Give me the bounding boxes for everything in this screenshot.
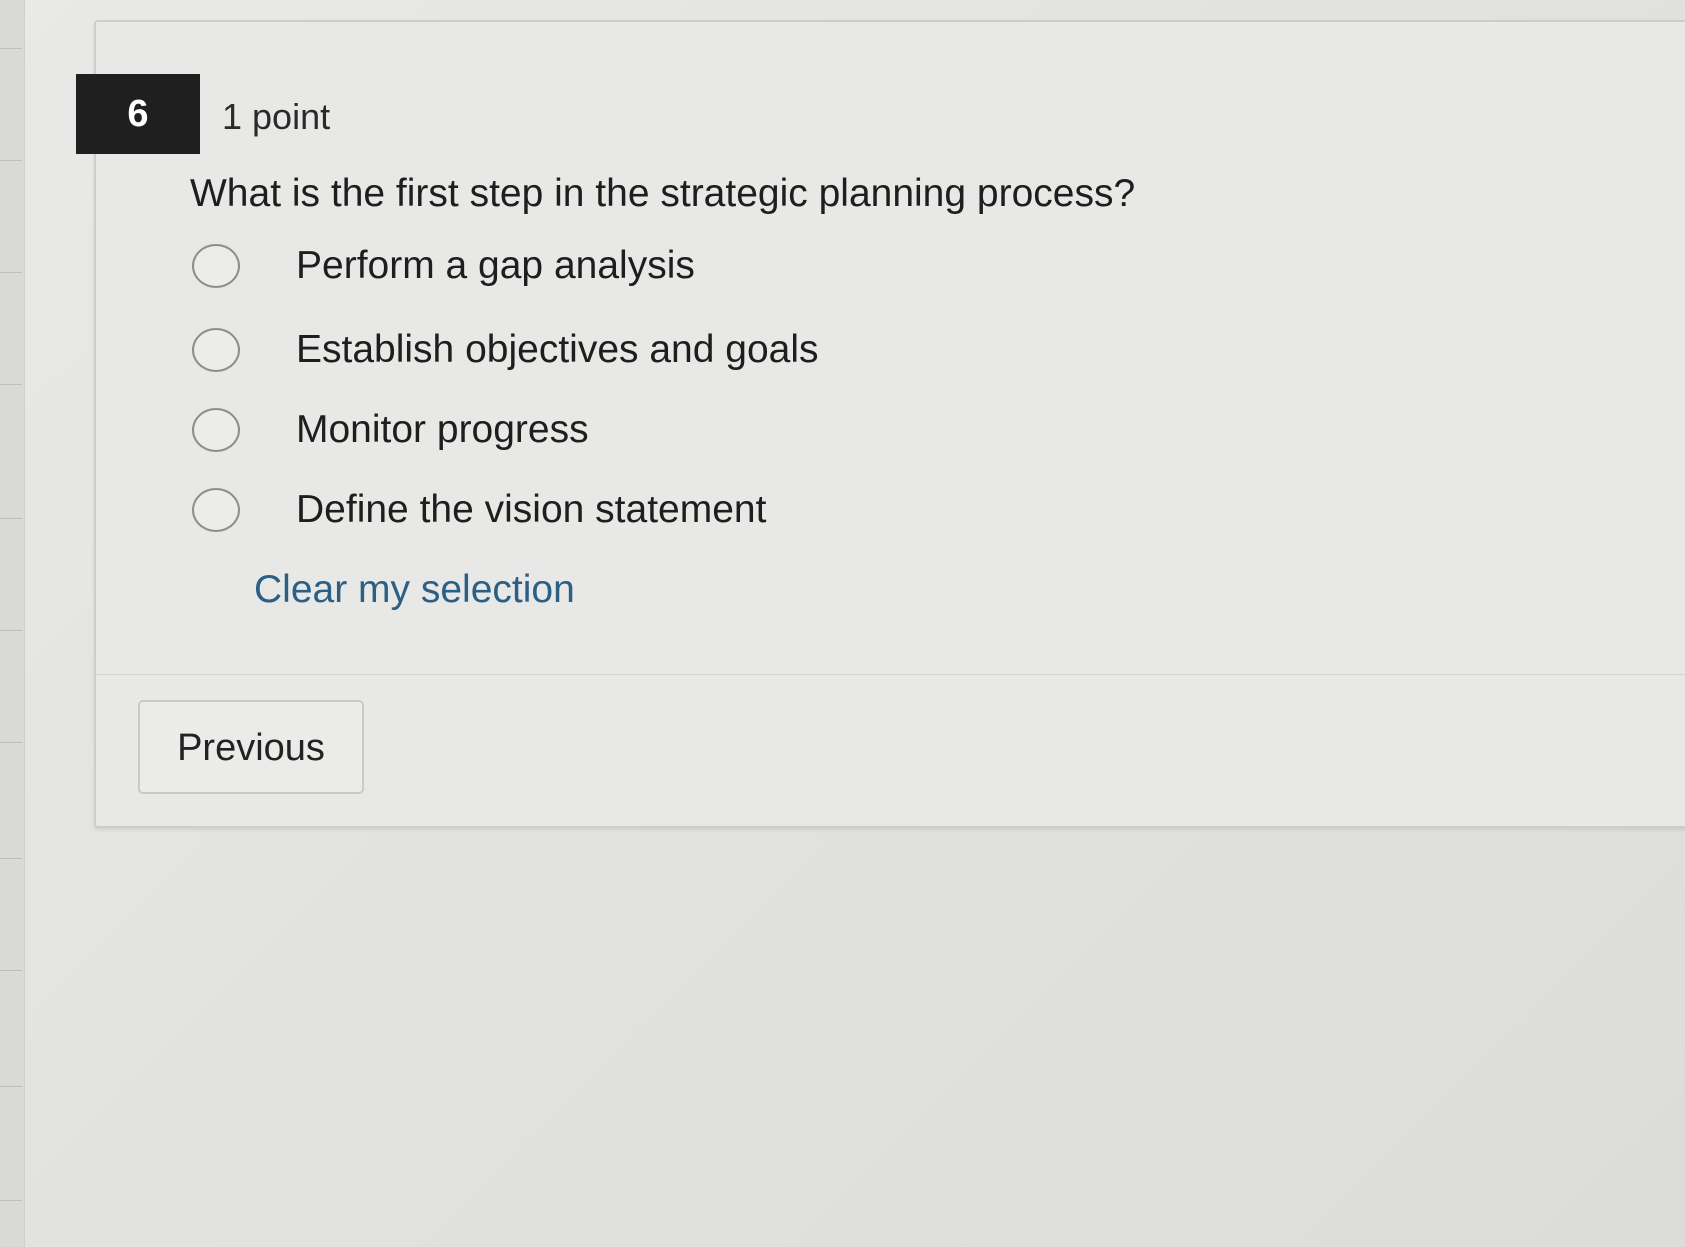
rail-divider: [0, 384, 22, 385]
radio-button[interactable]: [192, 408, 240, 452]
answer-option[interactable]: Perform a gap analysis: [192, 238, 695, 294]
radio-button[interactable]: [192, 488, 240, 532]
rail-divider: [0, 970, 22, 971]
answer-option-label: Monitor progress: [296, 408, 589, 451]
left-rail: [0, 0, 25, 1247]
answer-option[interactable]: Define the vision statement: [192, 482, 766, 538]
radio-button[interactable]: [192, 244, 240, 288]
answer-option-label: Perform a gap analysis: [296, 244, 695, 287]
rail-divider: [0, 272, 22, 273]
rail-divider: [0, 742, 22, 743]
answer-option[interactable]: Establish objectives and goals: [192, 322, 818, 378]
answer-option[interactable]: Monitor progress: [192, 402, 589, 458]
question-points: 1 point: [222, 96, 331, 137]
question-text: What is the first step in the strategic …: [190, 172, 1136, 215]
section-divider: [96, 674, 1685, 675]
radio-button[interactable]: [192, 328, 240, 372]
answer-option-label: Define the vision statement: [296, 488, 767, 531]
rail-divider: [0, 1200, 22, 1201]
rail-divider: [0, 518, 22, 519]
rail-divider: [0, 160, 22, 161]
question-number-badge: 6: [76, 74, 200, 154]
rail-divider: [0, 858, 22, 859]
rail-divider: [0, 1086, 22, 1087]
previous-button[interactable]: Previous: [138, 700, 364, 794]
rail-divider: [0, 48, 22, 49]
rail-divider: [0, 630, 22, 631]
clear-selection-link[interactable]: Clear my selection: [254, 568, 575, 612]
answer-option-label: Establish objectives and goals: [296, 328, 819, 371]
